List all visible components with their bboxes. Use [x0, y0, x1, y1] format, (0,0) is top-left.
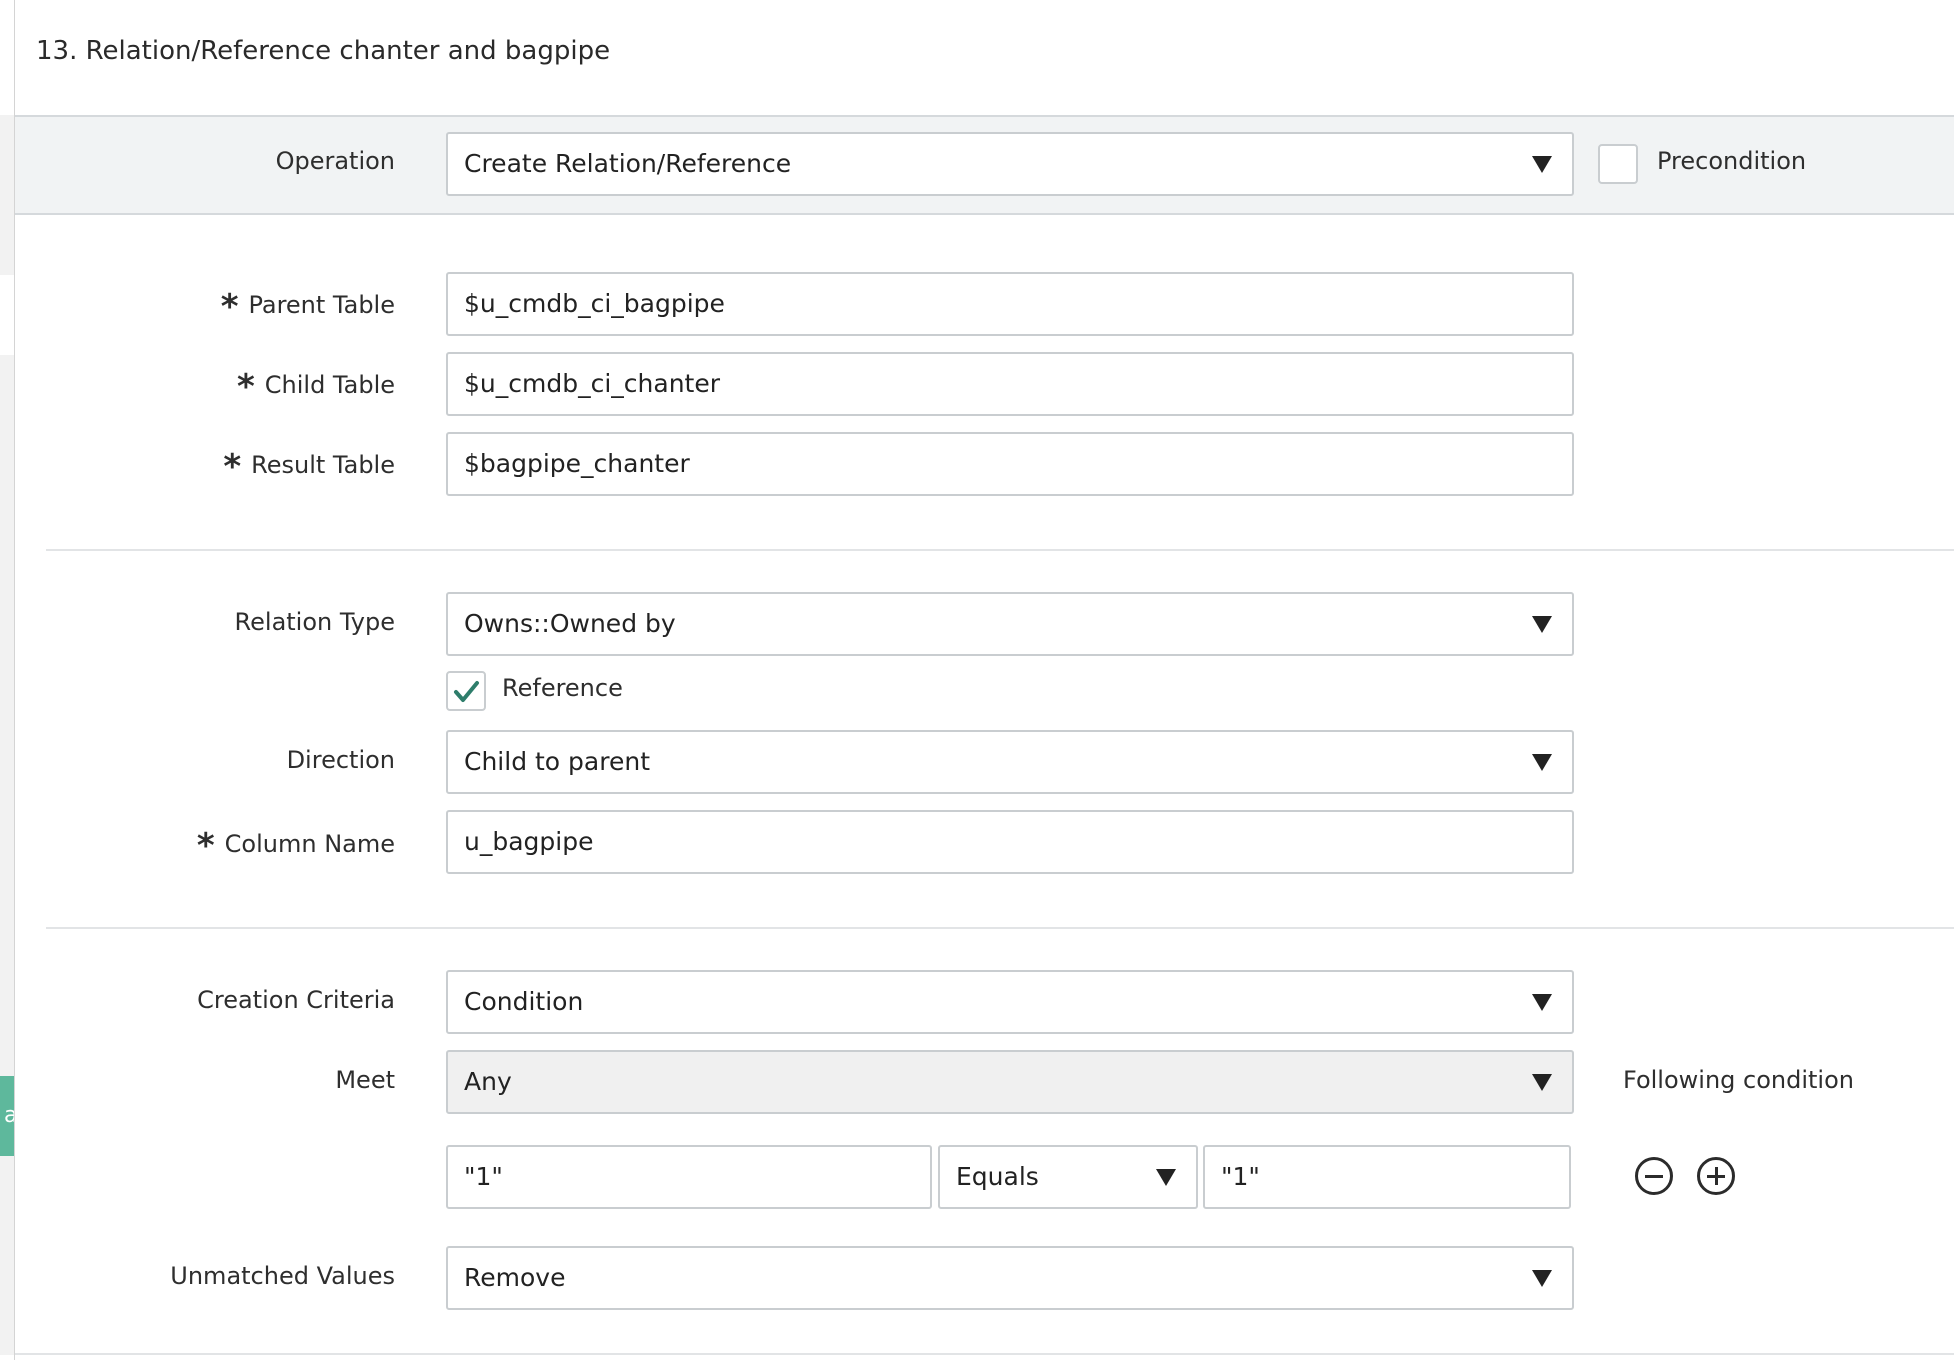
add-condition-icon[interactable]	[1697, 1157, 1735, 1195]
unmatched-values-label: Unmatched Values	[170, 1262, 395, 1290]
result-table-label: * Result Table	[15, 447, 395, 487]
meet-select[interactable]: Any	[446, 1050, 1574, 1114]
relation-type-label: Relation Type	[234, 608, 395, 636]
side-tab[interactable]: a	[0, 1076, 14, 1156]
required-icon: *	[223, 447, 242, 487]
bottom-divider	[15, 1353, 1954, 1355]
remove-condition-icon[interactable]	[1635, 1157, 1673, 1195]
relation-type-select[interactable]: Owns::Owned by	[446, 592, 1574, 656]
section-divider	[46, 927, 1954, 929]
meet-label: Meet	[335, 1066, 395, 1094]
creation-criteria-label: Creation Criteria	[197, 986, 395, 1014]
operation-select[interactable]: Create Relation/Reference	[446, 132, 1574, 196]
condition-right-input[interactable]: "1"	[1203, 1145, 1571, 1209]
side-tab-label: a	[4, 1103, 14, 1128]
child-table-label: * Child Table	[15, 367, 395, 407]
meet-value: Any	[464, 1067, 512, 1096]
checkmark-icon	[454, 681, 479, 702]
unmatched-values-select[interactable]: Remove	[446, 1246, 1574, 1310]
column-name-label: * Column Name	[15, 826, 395, 866]
operation-select-value: Create Relation/Reference	[464, 149, 792, 178]
condition-operator-select[interactable]: Equals	[938, 1145, 1198, 1209]
direction-select[interactable]: Child to parent	[446, 730, 1574, 794]
creation-criteria-select[interactable]: Condition	[446, 970, 1574, 1034]
dropdown-caret-icon	[1532, 1270, 1552, 1287]
unmatched-values-value: Remove	[464, 1263, 566, 1292]
creation-criteria-value: Condition	[464, 987, 584, 1016]
reference-checkbox[interactable]	[446, 671, 486, 711]
required-icon: *	[196, 826, 215, 866]
section-divider	[46, 549, 1954, 551]
reference-label: Reference	[502, 674, 623, 702]
dropdown-caret-icon	[1532, 754, 1552, 771]
direction-value: Child to parent	[464, 747, 650, 776]
condition-operator-value: Equals	[956, 1162, 1039, 1191]
child-table-input[interactable]: $u_cmdb_ci_chanter	[446, 352, 1574, 416]
precondition-label: Precondition	[1657, 147, 1807, 175]
condition-left-input[interactable]: "1"	[446, 1145, 932, 1209]
dropdown-caret-icon	[1532, 616, 1552, 633]
dropdown-caret-icon	[1532, 156, 1552, 173]
dropdown-caret-icon	[1532, 994, 1552, 1011]
required-icon: *	[236, 367, 255, 407]
column-name-input[interactable]: u_bagpipe	[446, 810, 1574, 874]
left-panel-band-lower	[0, 355, 14, 1355]
step-title: 13. Relation/Reference chanter and bagpi…	[36, 36, 611, 66]
relation-type-value: Owns::Owned by	[464, 609, 676, 638]
result-table-input[interactable]: $bagpipe_chanter	[446, 432, 1574, 496]
parent-table-label-text: Parent Table	[248, 291, 395, 319]
dropdown-caret-icon	[1156, 1169, 1176, 1186]
column-name-label-text: Column Name	[224, 830, 395, 858]
required-icon: *	[220, 287, 239, 327]
direction-label: Direction	[286, 746, 395, 774]
precondition-checkbox[interactable]	[1598, 144, 1638, 184]
left-panel-band	[0, 115, 14, 275]
child-table-label-text: Child Table	[264, 371, 395, 399]
following-condition-label: Following condition	[1623, 1066, 1854, 1094]
dropdown-caret-icon	[1532, 1074, 1552, 1091]
parent-table-label: * Parent Table	[15, 287, 395, 327]
result-table-label-text: Result Table	[251, 451, 395, 479]
operation-label: Operation	[275, 147, 395, 175]
parent-table-input[interactable]: $u_cmdb_ci_bagpipe	[446, 272, 1574, 336]
